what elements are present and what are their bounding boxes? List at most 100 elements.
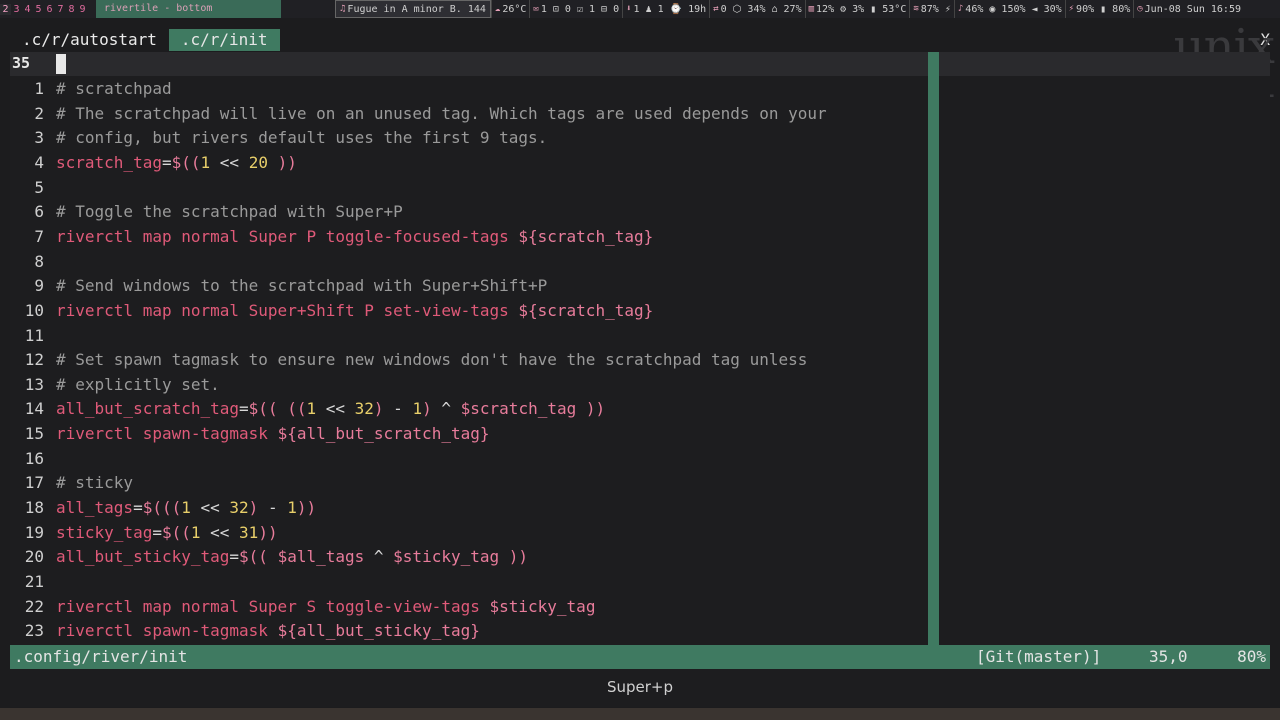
code-line: 7 riverctl map normal Super P toggle-focu… bbox=[10, 225, 1270, 249]
line-number: 6 bbox=[34, 202, 44, 222]
line-number: 20 bbox=[24, 547, 44, 567]
keypress-display: Super+p bbox=[606, 678, 674, 696]
music-icon: ♫ bbox=[340, 4, 346, 14]
bottom-strip bbox=[0, 708, 1280, 720]
code-line: 22 riverctl map normal Super S toggle-vie… bbox=[10, 595, 1270, 619]
scroll-percent: 80% bbox=[1237, 647, 1266, 666]
status-widget[interactable]: ♪ 46% ◉ 150% ◄ 30% bbox=[953, 0, 1065, 18]
status-widget[interactable]: ♫ Fugue in A minor B. 144 bbox=[335, 0, 491, 18]
code-line: 12 # Set spawn tagmask to ensure new wind… bbox=[10, 348, 1270, 372]
code-token: # Send windows to the scratchpad with Su… bbox=[56, 276, 548, 296]
code-token: # scratchpad bbox=[56, 79, 172, 98]
status-widget[interactable]: ✉ 1 ⊡ 0 ☑ 1 ⊟ 0 bbox=[529, 0, 622, 18]
user-icon: ⬇ bbox=[626, 4, 632, 14]
command-line[interactable]: Super+p bbox=[10, 669, 1270, 707]
line-code: riverctl map normal Super P toggle-focus… bbox=[56, 225, 653, 249]
mail-icon: ✉ bbox=[533, 4, 539, 14]
code-token: )) bbox=[296, 498, 317, 518]
code-token: = bbox=[239, 399, 249, 419]
code-token: )) bbox=[267, 152, 297, 172]
code-line: 11 bbox=[10, 324, 1270, 348]
code-token: - bbox=[258, 498, 288, 518]
line-number: 1 bbox=[34, 79, 44, 98]
status-widget[interactable]: ⚡ 90% ▮ 80% bbox=[1064, 0, 1134, 18]
code-token: << bbox=[200, 522, 240, 542]
code-line: 6 # Toggle the scratchpad with Super+P bbox=[10, 200, 1270, 224]
workspace-tag[interactable]: 6 bbox=[44, 4, 55, 15]
status-widget[interactable]: ▥ 12% ⚙ 3% ▮ 53°C bbox=[804, 0, 910, 18]
volume-icon: ♪ bbox=[957, 4, 964, 14]
code-line: 4 scratch_tag=$((1 << 20 )) bbox=[10, 151, 1270, 175]
line-code: # Send windows to the scratchpad with Su… bbox=[56, 274, 547, 298]
cursor-position: 35,0 bbox=[1149, 647, 1188, 666]
line-number: 13 bbox=[24, 374, 44, 394]
widget-text: 12% ⚙ 3% ▮ 53°C bbox=[816, 3, 907, 15]
code-line: 15 riverctl spawn-tagmask ${all_but_scrat… bbox=[10, 422, 1270, 446]
workspace-tag[interactable]: 5 bbox=[33, 4, 44, 15]
code-line: 21 bbox=[10, 570, 1270, 594]
code-token: all_but_sticky_tag bbox=[56, 547, 230, 567]
line-code: sticky_tag=$((1 << 31)) bbox=[56, 521, 278, 545]
line-code: # The scratchpad will live on an unused … bbox=[56, 102, 827, 126]
code-token: # explicitly set. bbox=[56, 374, 220, 394]
tab-autostart[interactable]: .c/r/autostart bbox=[10, 29, 169, 51]
widget-text: 46% ◉ 150% ◄ 30% bbox=[965, 3, 1062, 15]
code-token: $sticky_tag bbox=[489, 596, 596, 616]
workspace-tag[interactable]: 2 bbox=[0, 3, 11, 15]
status-widget[interactable]: ◷ Jun-08 Sun 16:59 bbox=[1133, 0, 1244, 18]
line-code: riverctl spawn-tagmask ${all_but_scratch… bbox=[56, 422, 489, 446]
line-code: all_tags=$(((1 << 32) - 1)) bbox=[56, 496, 316, 520]
code-token: = bbox=[161, 152, 172, 172]
widget-text: 0 ⬡ 34% ⌂ 27% bbox=[720, 3, 802, 15]
code-token: - bbox=[383, 399, 413, 419]
code-line: 13 # explicitly set. bbox=[10, 373, 1270, 397]
line-number: 16 bbox=[24, 448, 44, 468]
clock-icon: ◷ bbox=[1137, 4, 1143, 14]
line-code: riverctl map normal Super+Shift P set-vi… bbox=[56, 299, 653, 323]
widget-text: 26°C bbox=[502, 3, 527, 15]
code-token: << bbox=[210, 152, 249, 172]
line-code: # explicitly set. bbox=[56, 373, 220, 397]
code-line: 2 # The scratchpad will live on an unused… bbox=[10, 102, 1270, 126]
line-code: riverctl spawn-tagmask ${all_but_sticky_… bbox=[56, 619, 480, 643]
workspace-tag[interactable]: 9 bbox=[77, 4, 88, 15]
code-token: riverctl map normal Super P toggle-focus… bbox=[56, 226, 519, 246]
code-token: # sticky bbox=[56, 473, 134, 493]
tab-init[interactable]: .c/r/init bbox=[168, 29, 280, 51]
line-number: 2 bbox=[34, 103, 44, 123]
line-number: 17 bbox=[24, 473, 44, 493]
code-line: 14 all_but_scratch_tag=$(( ((1 << 32) - 1… bbox=[10, 397, 1270, 421]
status-widget[interactable]: ☁ 26°C bbox=[490, 0, 530, 18]
line-number: 15 bbox=[24, 424, 44, 444]
wifi-icon: ≋ bbox=[913, 4, 919, 14]
line-code: # Set spawn tagmask to ensure new window… bbox=[56, 348, 807, 372]
code-token: 20 bbox=[248, 152, 268, 172]
status-widget[interactable]: ≋ 87% ⚡ bbox=[909, 0, 954, 18]
line-code: scratch_tag=$((1 << 20 )) bbox=[56, 151, 297, 175]
code-token: sticky_tag bbox=[56, 522, 153, 542]
line-number: 4 bbox=[34, 152, 44, 172]
workspace-tag[interactable]: 8 bbox=[66, 4, 77, 15]
status-line: .config/river/init [Git(master)] 35,0 80… bbox=[10, 645, 1270, 669]
line-number: 10 bbox=[24, 300, 44, 320]
line-number: 12 bbox=[24, 350, 44, 370]
workspace-tag[interactable]: 3 bbox=[11, 4, 22, 15]
line-number: 5 bbox=[34, 177, 44, 197]
line-code: # Toggle the scratchpad with Super+P bbox=[56, 200, 403, 224]
code-token: 1 bbox=[287, 498, 297, 518]
widget-text: Fugue in A minor B. 144 bbox=[347, 3, 486, 15]
code-token: ${all_but_scratch_tag} bbox=[277, 424, 490, 444]
code-line: 19 sticky_tag=$((1 << 31)) bbox=[10, 521, 1270, 545]
status-widget[interactable]: ⬇ 1 ♟ 1 ⌚ 19h bbox=[622, 0, 709, 18]
workspace-tag[interactable]: 4 bbox=[22, 4, 33, 15]
workspace-tag[interactable]: 7 bbox=[55, 4, 66, 15]
status-widget[interactable]: ⇄ 0 ⬡ 34% ⌂ 27% bbox=[709, 0, 804, 18]
code-token: = bbox=[133, 498, 143, 518]
code-token: $(( bbox=[171, 152, 201, 172]
code-token: all_tags bbox=[56, 498, 134, 518]
code-token: ) bbox=[422, 399, 432, 419]
line-code: all_but_scratch_tag=$(( ((1 << 32) - 1) … bbox=[56, 397, 605, 421]
code-token: ^ bbox=[431, 399, 461, 419]
code-token: ${scratch_tag} bbox=[518, 300, 654, 320]
editor-buffer[interactable]: 35 1 # scratchpad 2 # The scratchpad will l… bbox=[10, 52, 1270, 645]
